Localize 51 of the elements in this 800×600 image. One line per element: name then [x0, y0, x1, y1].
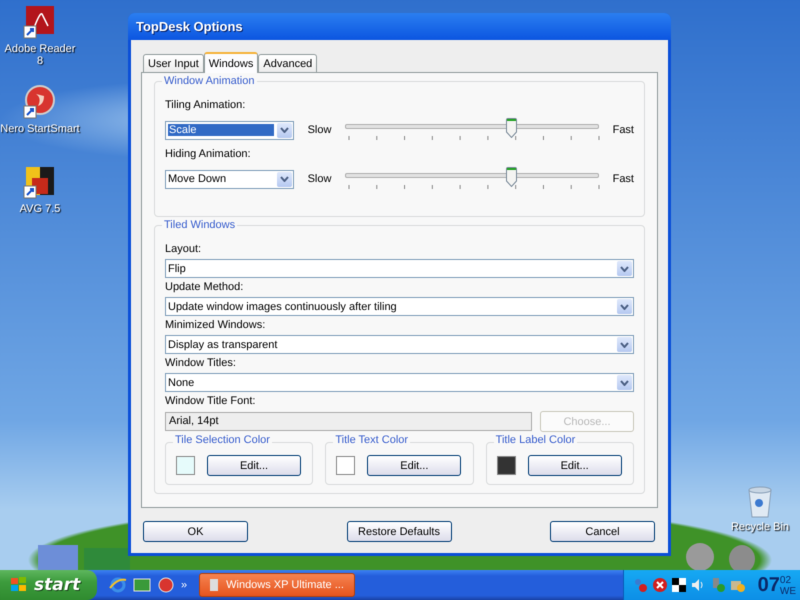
start-button[interactable]: start — [0, 570, 97, 600]
group-title: Tiled Windows — [162, 219, 238, 231]
app-icon — [208, 577, 220, 593]
slider-thumb[interactable] — [506, 167, 518, 187]
dropdown[interactable]: Move Down — [165, 170, 294, 188]
dialog-button[interactable]: OK — [143, 521, 248, 542]
edit-button[interactable]: Edit... — [207, 455, 301, 476]
field-label: Tiling Animation: — [165, 99, 246, 111]
field-label: Minimized Windows: — [165, 319, 266, 331]
disc-shortcut-icon[interactable] — [22, 84, 58, 120]
desktop-icon-label[interactable]: Nero StartSmart — [0, 123, 80, 136]
slider-max-label: Fast — [612, 173, 634, 185]
desktop-icon[interactable] — [133, 577, 151, 593]
slider-min-label: Slow — [308, 124, 332, 136]
group-title: Window Animation — [162, 75, 256, 87]
dropdown[interactable]: Flip — [165, 259, 634, 278]
clock-minute: 02 — [780, 575, 792, 586]
dropdown[interactable]: Display as transparent — [165, 335, 634, 354]
windows-flag-icon — [10, 577, 28, 593]
slider-min-label: Slow — [308, 173, 332, 185]
field-label: Window Titles: — [165, 357, 237, 369]
slider-max-label: Fast — [612, 124, 634, 136]
group-title: Title Label Color — [494, 434, 578, 446]
desktop-icon-label[interactable]: AVG 7.5 — [20, 203, 60, 216]
tab[interactable]: Windows — [204, 52, 258, 73]
dropdown[interactable]: Update window images continuously after tiling — [165, 297, 634, 316]
tab[interactable]: Advanced — [258, 54, 318, 72]
slider-thumb[interactable] — [506, 118, 518, 138]
font-field[interactable]: Arial, 14pt — [165, 412, 532, 431]
field-label: Hiding Animation: — [165, 148, 252, 160]
group-title: Title Text Color — [333, 434, 410, 446]
field-label: Update Method: — [165, 281, 244, 293]
group-title: Tile Selection Color — [173, 434, 272, 446]
desktop-icon-label[interactable]: Adobe Reader 8 — [0, 43, 80, 68]
clock-day: WE — [780, 586, 796, 597]
edit-button[interactable]: Edit... — [367, 455, 462, 476]
clock-hour: 07 — [758, 573, 780, 598]
edit-button[interactable]: Edit... — [528, 455, 622, 476]
recycle-bin-icon[interactable] — [747, 486, 773, 518]
more-chevron[interactable]: » — [181, 579, 188, 591]
dialog-button[interactable]: Restore Defaults — [346, 521, 452, 542]
browser-icon[interactable] — [109, 576, 127, 594]
dropdown[interactable]: Scale — [165, 120, 294, 140]
field-label: Window Title Font: — [165, 395, 256, 407]
checker-icon[interactable] — [672, 578, 686, 592]
tab[interactable]: User Input — [143, 54, 204, 72]
dropdown[interactable]: None — [165, 373, 634, 392]
window-title: TopDesk Options — [135, 19, 243, 34]
disc-icon[interactable] — [157, 576, 175, 594]
dialog-button[interactable]: Cancel — [550, 521, 655, 542]
field-label: Layout: — [165, 243, 202, 255]
